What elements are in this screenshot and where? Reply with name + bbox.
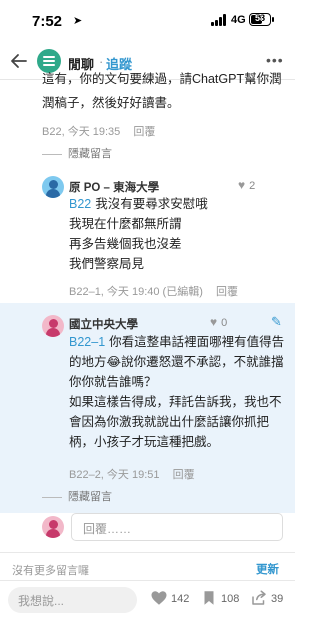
back-arrow-icon[interactable] [8,49,30,73]
reply-input-placeholder: 回覆…… [83,522,132,536]
bookmark-icon [204,591,214,605]
heart-icon: ♥ [238,178,246,192]
comment-line: 我現在什麼都無所謂 [69,217,182,231]
like-count: 0 [221,317,228,329]
like-button[interactable]: ♥ 2 [238,178,255,192]
reply-button[interactable]: 回覆 [173,469,195,481]
comment-line: 的地方😂說你遷怒還不承認，不就誰擋 [69,355,284,369]
comment-meta: B22, 今天 19:35 回覆 [42,126,156,138]
comment-meta-text: B22–2, 今天 19:51 [69,469,160,481]
status-bar: 7:52 ➤ 4G 58 [0,0,295,42]
previous-comment-line: 這有，你的文句要練過，請ChatGPT幫你潤 [42,72,282,86]
reply-button[interactable]: 回覆 [133,126,155,138]
heart-icon [151,591,167,605]
title-separator: · [99,54,104,69]
avatar[interactable] [42,315,64,337]
comment-line: 如果這樣告得成，拜託告訴我，我也不 [69,395,282,409]
floor-tag-link[interactable]: B22–1 [69,335,105,349]
comment-body: B22–1 你看這整串話裡面哪裡有值得告 的地方😂說你遷怒還不承認，不就誰擋 你你… [69,332,284,452]
hide-comments-toggle[interactable]: 隱藏留言 [42,488,112,504]
comment-line: 我沒有要尋求安慰哦 [95,197,208,211]
more-icon[interactable]: ••• [266,52,284,68]
like-count: 2 [249,180,256,192]
share-count: 39 [271,593,284,605]
comment-meta: B22–1, 今天 19:40 (已編輯) 回覆 [69,283,238,299]
bookmark-count: 108 [221,593,240,605]
comment-author[interactable]: 原 PO – 東海大學 [69,179,159,195]
battery-level: 58 [254,13,265,23]
divider [0,552,295,553]
no-more-comments-label: 沒有更多留言囉 [12,565,89,577]
comment-meta-text: B22–1, 今天 19:40 (已編輯) [69,286,203,298]
refresh-button[interactable]: 更新 [256,561,279,577]
comment-line: 會因為你激我就說出什麼話讓你抓把 [69,415,270,429]
comment-line: 你看這整串話裡面哪裡有值得告 [109,335,285,349]
comment-time: 今天 19:35 [67,126,121,138]
share-icon [252,590,266,605]
comment-body: B22 我沒有要尋求安慰哦 我現在什麼都無所謂 再多告幾個我也沒差 我們警察局見 [69,194,208,274]
battery-icon: 58 [249,13,271,26]
network-type: 4G [231,14,246,26]
comment-author[interactable]: 國立中央大學 [69,316,138,332]
comment-input[interactable]: 我想說... [8,587,137,613]
comment-meta: B22–2, 今天 19:51 回覆 [69,466,195,482]
like-button[interactable]: ♥ 0 [210,315,227,329]
hide-comments-label: 隱藏留言 [68,491,112,503]
status-time: 7:52 [32,13,63,30]
like-count: 142 [171,593,190,605]
signal-icon [211,14,228,26]
avatar[interactable] [42,176,64,198]
reply-button[interactable]: 回覆 [216,286,238,298]
hide-comments-toggle[interactable]: 隱藏留言 [42,145,112,161]
comment-line: 我們警察局見 [69,257,145,271]
comment-input-placeholder: 我想說... [18,594,65,608]
location-arrow-icon: ➤ [73,15,83,27]
comment-line: 柄，小孩子才玩這種把戲。 [69,435,220,449]
floor-tag-link[interactable]: B22 [69,197,91,211]
my-avatar [42,516,64,538]
divider [0,580,295,581]
hide-comments-label: 隱藏留言 [68,148,112,160]
comment-line: 再多告幾個我也沒差 [69,237,182,251]
comment-floor: B22 [42,126,62,138]
previous-comment-line: 潤稿子，然後好好讀書。 [42,96,180,110]
reply-input[interactable]: 回覆…… [71,513,283,541]
heart-icon: ♥ [210,315,218,329]
comment-line: 你你就告誰嗎？ [69,375,157,389]
edit-icon[interactable]: ✎ [271,314,282,330]
